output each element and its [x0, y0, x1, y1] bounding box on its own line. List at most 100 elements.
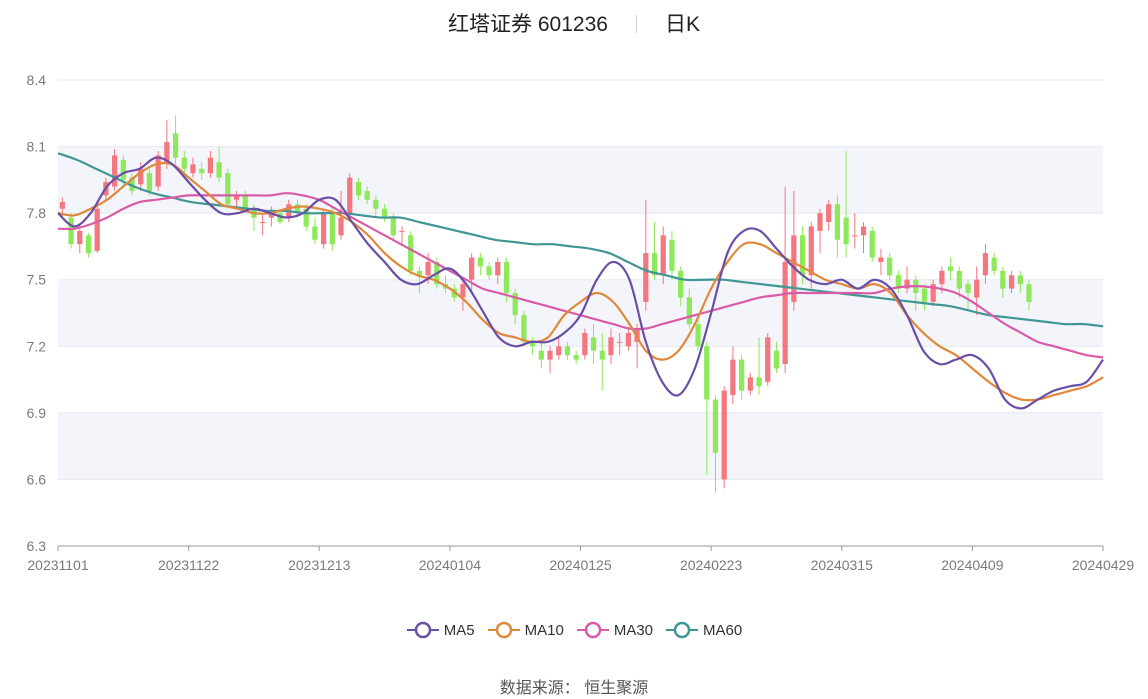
candle-body — [773, 350, 780, 369]
candle-body — [887, 257, 893, 276]
candle-body — [582, 332, 588, 356]
candle-body — [460, 284, 466, 298]
candle-body — [939, 270, 945, 285]
candle-body — [860, 226, 867, 236]
candle-body — [408, 235, 414, 271]
candle — [817, 208, 823, 254]
candle-body — [242, 195, 248, 209]
candle-body — [991, 257, 997, 271]
candle-body — [521, 315, 527, 342]
candle — [747, 372, 753, 396]
candle-body — [643, 253, 649, 302]
candle-body — [312, 226, 318, 240]
candle-body — [390, 217, 396, 236]
candle — [730, 346, 736, 404]
candle-body — [199, 168, 205, 174]
legend-item-ma10[interactable]: MA10 — [487, 621, 564, 639]
legend-label: MA10 — [524, 622, 564, 639]
legend-marker-icon — [406, 621, 439, 639]
candle — [808, 222, 814, 289]
candle-body — [469, 257, 475, 280]
candle-body — [181, 157, 187, 169]
legend-marker-circle — [584, 621, 602, 639]
candle-body — [669, 239, 675, 271]
candle — [225, 168, 231, 209]
candle-body — [704, 346, 710, 400]
candle-body — [878, 257, 884, 262]
y-tick-label: 8.4 — [27, 72, 47, 88]
candle-body — [172, 133, 179, 158]
candle-body — [59, 202, 65, 209]
candle-body — [730, 359, 736, 396]
y-tick-label: 8.1 — [27, 139, 47, 155]
candle-body — [808, 226, 814, 276]
grid-band — [58, 146, 1103, 214]
x-tick-label: 20240315 — [811, 557, 874, 573]
candle-body — [355, 182, 362, 196]
candle-body — [146, 173, 153, 191]
candle — [860, 222, 867, 254]
candle-body — [495, 261, 501, 276]
candle — [869, 226, 875, 262]
candle — [486, 261, 492, 280]
candle-body — [712, 399, 719, 453]
candle-body — [947, 266, 954, 271]
candle — [312, 217, 318, 245]
legend-marker-icon — [666, 621, 699, 639]
candle-body — [564, 346, 571, 356]
candle-body — [573, 355, 579, 360]
candle-body — [599, 350, 605, 360]
candle-body — [747, 377, 753, 391]
candle-body — [625, 332, 632, 347]
candle-body — [617, 341, 623, 343]
candle — [738, 355, 745, 400]
legend-item-ma30[interactable]: MA30 — [576, 621, 653, 639]
data-source: 数据来源： 恒生聚源 — [499, 680, 649, 697]
candle — [320, 208, 327, 249]
candle — [329, 208, 335, 251]
candle — [260, 213, 266, 236]
candle-body — [1000, 270, 1006, 289]
grid-band — [58, 412, 1103, 480]
candle — [669, 230, 675, 280]
y-axis: 8.4 8.1 7.8 7.5 7.2 6.9 6.6 6.3 — [27, 72, 47, 554]
candle — [834, 195, 841, 258]
x-tick-label: 20231101 — [27, 557, 88, 573]
candle-body — [120, 159, 126, 180]
legend-label: MA5 — [443, 622, 475, 639]
candle — [643, 199, 649, 311]
candle — [94, 202, 100, 254]
y-tick-label: 6.6 — [27, 471, 47, 487]
candle — [947, 257, 954, 280]
candle-body — [547, 350, 553, 360]
x-tick-label: 20240125 — [549, 557, 612, 573]
candle-body — [974, 279, 980, 298]
candle — [172, 115, 179, 165]
candle-body — [826, 204, 832, 223]
candle-body — [782, 261, 788, 365]
x-tick-label: 20240429 — [1072, 557, 1135, 573]
x-tick-label: 20240409 — [941, 557, 1004, 573]
legend-item-ma60[interactable]: MA60 — [665, 621, 742, 639]
candle-body — [477, 257, 483, 267]
candle — [68, 213, 74, 249]
candle-body — [869, 230, 875, 258]
candle-body — [320, 213, 327, 245]
candle-body — [260, 222, 266, 224]
candle — [347, 173, 353, 218]
candle-body — [590, 337, 597, 351]
candle-body — [225, 173, 231, 205]
candle — [408, 230, 414, 276]
candle-body — [921, 288, 928, 302]
candle-body — [982, 253, 989, 276]
candle-body — [556, 346, 562, 356]
legend-marker-circle — [673, 621, 691, 639]
x-axis: 20231101 20231122 20231213 20240104 20240125… — [27, 545, 1135, 573]
candle-body — [956, 270, 962, 289]
candle-body — [965, 284, 971, 294]
candle-body — [77, 230, 83, 245]
candle-body — [538, 350, 544, 360]
legend-item-ma5[interactable]: MA5 — [406, 621, 475, 639]
candle-body — [843, 217, 849, 245]
candle-body — [765, 337, 771, 382]
